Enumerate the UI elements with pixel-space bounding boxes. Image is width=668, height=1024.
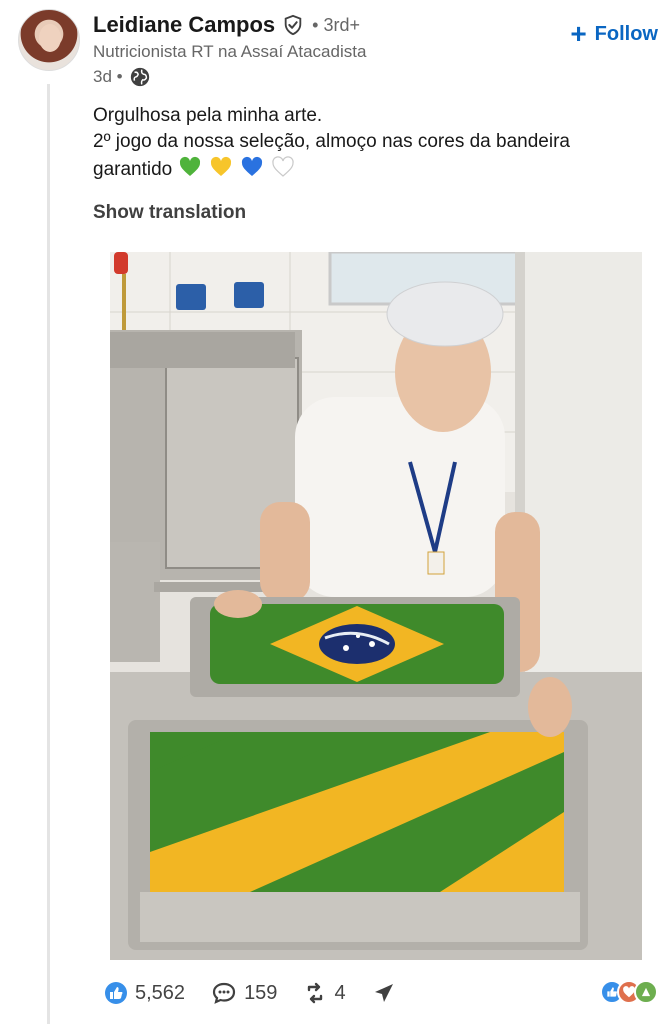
post-line-1: Orgulhosa pela minha arte. xyxy=(93,105,323,126)
post-line-3-text: garantido xyxy=(93,159,173,180)
post-photo[interactable] xyxy=(110,252,642,960)
like-icon xyxy=(105,982,127,1004)
post-header: Leidiane Campos • 3rd+ Nutricionista RT … xyxy=(93,10,366,88)
blue-heart-icon xyxy=(241,156,262,176)
author-headline: Nutricionista RT na Assaí Atacadista xyxy=(93,42,367,61)
repost-icon xyxy=(308,982,323,1004)
social-bar: 5,562 159 4 xyxy=(104,978,429,1008)
send-button[interactable] xyxy=(372,981,403,1005)
post-time: 3d • xyxy=(93,67,123,86)
connection-degree: • 3rd+ xyxy=(312,14,360,35)
post-text: Orgulhosa pela minha arte. 2º jogo da no… xyxy=(93,103,658,183)
green-heart-icon xyxy=(179,156,200,176)
comments-count[interactable]: 159 xyxy=(211,981,277,1005)
post-line-2: 2º jogo da nossa seleção, almoço nas cor… xyxy=(93,131,570,152)
thread-line xyxy=(47,84,50,1024)
plus-icon: + xyxy=(570,18,587,49)
avatar[interactable] xyxy=(18,9,80,71)
reactions-count-text: 5,562 xyxy=(135,981,186,1004)
globe-icon xyxy=(130,67,149,87)
reposts-count-text: 4 xyxy=(334,981,346,1004)
follow-label: Follow xyxy=(594,22,658,45)
reposts-count[interactable]: 4 xyxy=(303,981,346,1005)
show-translation-link[interactable]: Show translation xyxy=(93,202,246,224)
send-icon xyxy=(374,984,393,1002)
reaction-icons-stack[interactable] xyxy=(600,980,658,1004)
post-line-3: garantido xyxy=(93,155,658,183)
avatar-face xyxy=(39,24,61,52)
comments-count-text: 159 xyxy=(244,981,278,1004)
author-name[interactable]: Leidiane Campos xyxy=(93,12,275,38)
follow-button[interactable]: + Follow xyxy=(570,20,658,48)
comment-icon xyxy=(212,982,236,1004)
celebrate-reaction-icon xyxy=(634,980,658,1004)
yellow-heart-icon xyxy=(210,156,231,176)
white-heart-icon xyxy=(271,156,294,177)
reactions-count[interactable]: 5,562 xyxy=(104,981,185,1005)
verified-icon xyxy=(284,14,302,36)
name-row: Leidiane Campos • 3rd+ xyxy=(93,10,366,40)
post-photo-illustration xyxy=(110,252,642,960)
post-meta: 3d • xyxy=(93,66,366,88)
